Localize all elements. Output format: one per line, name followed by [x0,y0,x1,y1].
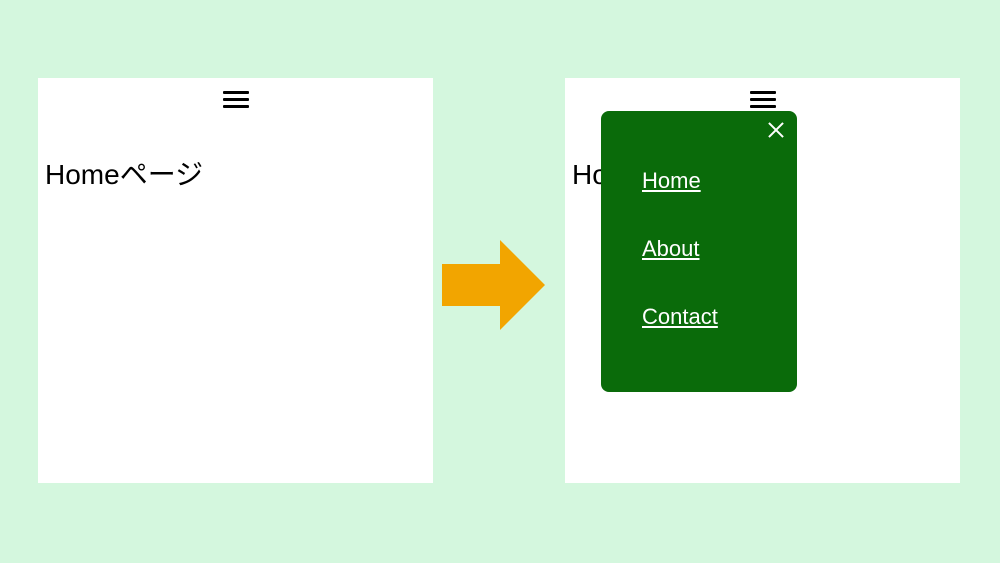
menu-item-contact[interactable]: Contact [601,283,797,351]
open-state-panel: Homeページ Home About Contact [565,78,960,483]
transition-arrow [442,240,545,330]
menu-item-home[interactable]: Home [601,147,797,215]
close-icon[interactable] [764,118,788,142]
hamburger-menu-button[interactable] [223,91,249,108]
hamburger-icon [750,105,776,108]
menu-item-about[interactable]: About [601,215,797,283]
menu-list: Home About Contact [601,147,797,351]
closed-state-panel: Homeページ [38,78,433,483]
hamburger-icon [223,105,249,108]
hamburger-icon [223,98,249,101]
hamburger-menu-button[interactable] [750,91,776,108]
dropdown-menu: Home About Contact [601,111,797,392]
hamburger-icon [750,98,776,101]
menu-link: Home [642,168,701,193]
menu-link: Contact [642,304,718,329]
hamburger-icon [750,91,776,94]
hamburger-icon [223,91,249,94]
menu-link: About [642,236,700,261]
page-title: Homeページ [45,153,203,193]
